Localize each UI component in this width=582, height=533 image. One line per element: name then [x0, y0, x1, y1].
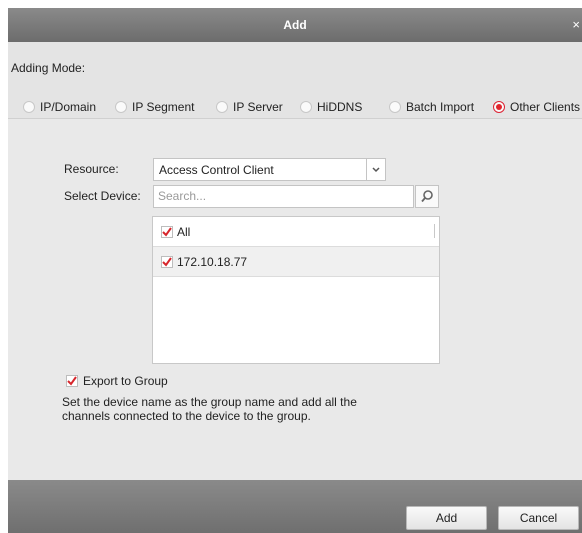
close-icon[interactable]: ×	[572, 8, 580, 42]
list-item-label: 172.10.18.77	[177, 255, 248, 269]
radio-label: Other Clients	[510, 100, 581, 114]
cancel-button[interactable]: Cancel	[498, 506, 579, 530]
search-icon	[421, 190, 433, 203]
add-dialog: Add × Adding Mode: IP/Domain IP Segment …	[8, 8, 582, 533]
radio-ip-domain[interactable]: IP/Domain	[23, 100, 96, 114]
radio-icon	[389, 101, 401, 113]
checkbox-checked-icon[interactable]	[161, 226, 173, 238]
radio-other-clients[interactable]: Other Clients	[493, 100, 580, 114]
list-item[interactable]: All	[153, 217, 439, 247]
radio-label: Batch Import	[406, 100, 475, 114]
search-button[interactable]	[415, 185, 439, 208]
adding-mode-label: Adding Mode:	[11, 61, 86, 75]
list-item[interactable]: 172.10.18.77	[153, 247, 439, 277]
radio-batch-import[interactable]: Batch Import	[389, 100, 474, 114]
resource-select[interactable]: Access Control Client	[153, 158, 386, 181]
radio-icon	[115, 101, 127, 113]
add-button[interactable]: Add	[406, 506, 487, 530]
radio-icon	[300, 101, 312, 113]
checkbox-checked-icon[interactable]	[161, 256, 173, 268]
checkbox-checked-icon[interactable]	[66, 375, 78, 387]
title-bar[interactable]: Add ×	[8, 8, 582, 42]
radio-label: IP Segment	[132, 100, 195, 114]
radio-label: HiDDNS	[317, 100, 363, 114]
device-list: All 172.10.18.77	[152, 216, 440, 364]
description-line: channels connected to the device to the …	[62, 409, 311, 423]
list-item-label: All	[177, 225, 191, 239]
export-to-group-label: Export to Group	[83, 374, 168, 388]
description-line: Set the device name as the group name an…	[62, 395, 357, 409]
device-search-field[interactable]	[153, 185, 414, 208]
radio-ip-segment[interactable]: IP Segment	[115, 100, 194, 114]
radio-icon	[216, 101, 228, 113]
radio-ip-server[interactable]: IP Server	[216, 100, 283, 114]
radio-selected-icon	[493, 101, 505, 113]
export-description: Set the device name as the group name an…	[62, 395, 422, 423]
dialog-title: Add	[283, 18, 307, 32]
radio-icon	[23, 101, 35, 113]
adding-mode-panel: Adding Mode: IP/Domain IP Segment IP Ser…	[8, 42, 582, 119]
radio-label: IP/Domain	[40, 100, 97, 114]
radio-label: IP Server	[233, 100, 283, 114]
column-divider	[434, 224, 435, 238]
resource-label: Resource:	[64, 162, 119, 176]
select-device-label: Select Device:	[64, 189, 141, 203]
radio-hiddns[interactable]: HiDDNS	[300, 100, 362, 114]
dialog-footer: Add Cancel	[8, 480, 582, 533]
search-input[interactable]	[158, 188, 408, 204]
resource-value: Access Control Client	[159, 163, 274, 177]
chevron-down-icon[interactable]	[366, 159, 385, 180]
